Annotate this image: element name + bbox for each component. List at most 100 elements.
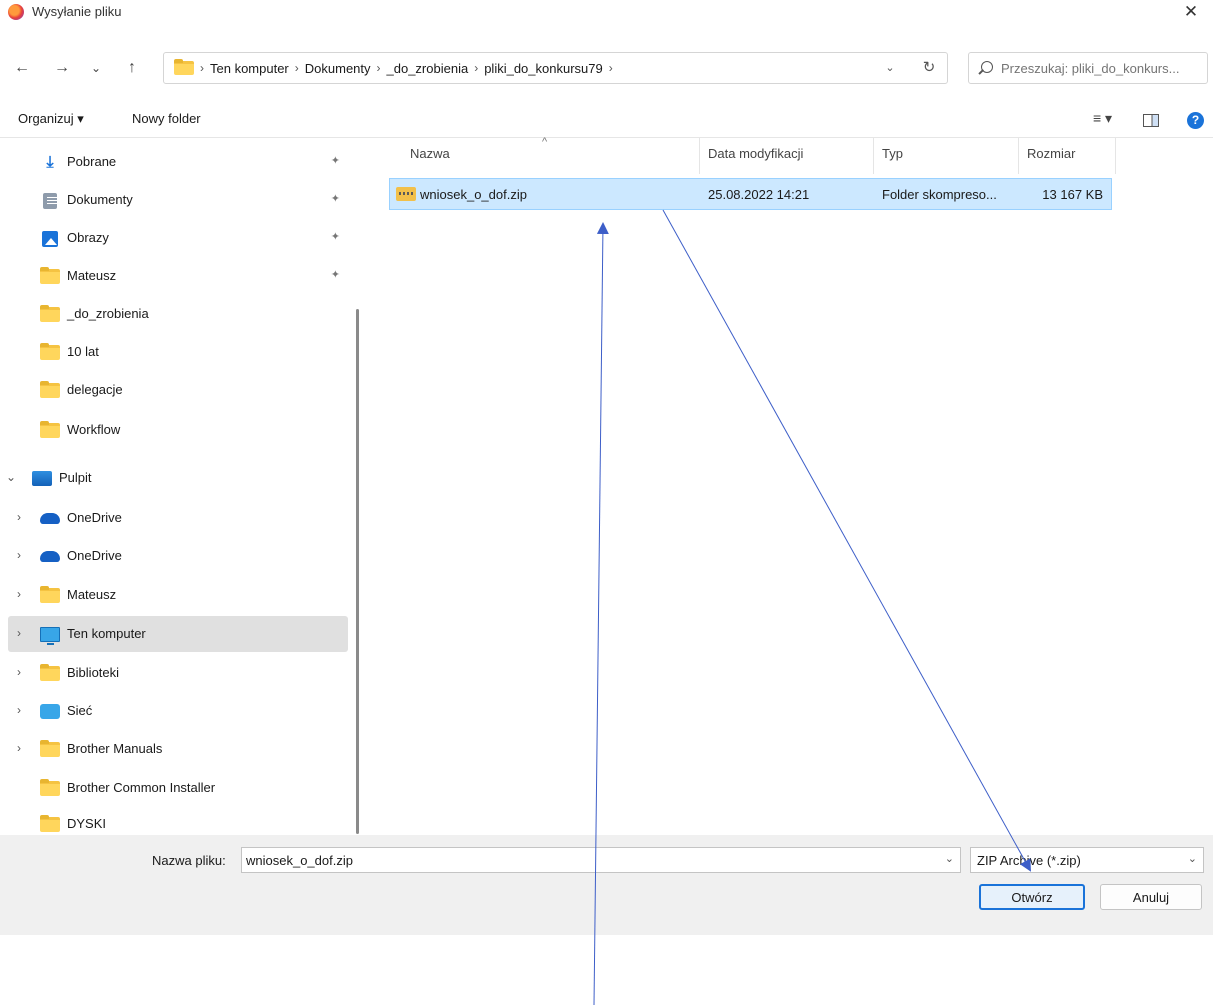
chevron-right-icon[interactable]: › [12, 626, 26, 640]
chevron-right-icon[interactable]: › [12, 510, 26, 524]
column-divider[interactable] [873, 138, 874, 174]
dialog-footer: Nazwa pliku: ⌄ ZIP Archive (*.zip) ⌄ Otw… [0, 835, 1213, 935]
folder-icon [40, 381, 60, 398]
chevron-right-icon[interactable]: › [12, 703, 26, 717]
chevron-right-icon[interactable]: › [12, 665, 26, 679]
pin-icon[interactable]: ✦ [331, 268, 340, 281]
back-button[interactable]: ← [10, 56, 34, 80]
column-header-name[interactable]: Nazwa [410, 146, 450, 161]
desktop-icon [32, 471, 52, 486]
zip-folder-icon [396, 187, 416, 201]
sidebar-item-libraries[interactable]: › Biblioteki [8, 655, 348, 691]
folder-icon [40, 815, 60, 832]
file-modified: 25.08.2022 14:21 [708, 187, 810, 202]
sidebar-item-brother-manuals[interactable]: › Brother Manuals [8, 731, 348, 767]
filetype-value: ZIP Archive (*.zip) [977, 853, 1081, 868]
sidebar-item-label: Pulpit [59, 470, 92, 485]
pin-icon[interactable]: ✦ [331, 154, 340, 167]
sidebar-item-label: OneDrive [67, 548, 122, 563]
breadcrumb-pliki-do-konkursu[interactable]: pliki_do_konkursu79 [484, 61, 603, 76]
sidebar-item-brother-common-installer[interactable]: Brother Common Installer [8, 770, 348, 806]
sidebar-item-onedrive-2[interactable]: › OneDrive [8, 538, 348, 574]
sidebar-item-10-lat[interactable]: 10 lat [8, 334, 348, 370]
column-divider[interactable] [699, 138, 700, 174]
up-button[interactable]: ↑ [120, 56, 144, 80]
chevron-down-icon[interactable]: ⌄ [945, 852, 954, 865]
sidebar-item-label: Sieć [67, 703, 93, 718]
filename-label: Nazwa pliku: [152, 853, 226, 868]
filetype-select[interactable]: ZIP Archive (*.zip) ⌄ [970, 847, 1204, 873]
view-options-button[interactable]: ≡ ▾ [1093, 110, 1112, 127]
sidebar-item-label: Pobrane [67, 154, 117, 169]
column-divider[interactable] [1018, 138, 1019, 174]
breadcrumb-do-zrobienia[interactable]: _do_zrobienia [387, 61, 469, 76]
column-divider[interactable] [1115, 138, 1116, 174]
breadcrumb-separator: › [608, 61, 613, 75]
chevron-right-icon[interactable]: › [12, 741, 26, 755]
sidebar-item-dyski[interactable]: DYSKI [8, 806, 348, 835]
folder-icon [40, 779, 60, 796]
sidebar-item-workflow[interactable]: Workflow [8, 412, 348, 448]
filename-input[interactable] [246, 851, 936, 869]
sidebar-item-label: Mateusz [67, 268, 117, 283]
new-folder-button[interactable]: Nowy folder [132, 111, 201, 126]
cancel-button[interactable]: Anuluj [1100, 884, 1202, 910]
search-box[interactable] [968, 52, 1208, 84]
sidebar-item-network[interactable]: › Sieć [8, 693, 348, 729]
network-icon [40, 704, 60, 719]
help-icon[interactable]: ? [1187, 112, 1204, 129]
breadcrumb-documents[interactable]: Dokumenty [305, 61, 371, 76]
chevron-down-icon[interactable]: ⌄ [1188, 852, 1197, 865]
folder-icon [40, 586, 60, 603]
sidebar-item-delegacje[interactable]: delegacje [8, 372, 348, 408]
sidebar-item-desktop[interactable]: ⌄ Pulpit [0, 460, 340, 496]
column-header-modified[interactable]: Data modyfikacji [708, 146, 803, 161]
close-button[interactable]: ✕ [1181, 2, 1201, 22]
search-input[interactable] [1001, 58, 1205, 78]
column-header-size[interactable]: Rozmiar [1027, 146, 1075, 161]
folder-icon [40, 267, 60, 284]
chevron-right-icon[interactable]: › [12, 548, 26, 562]
sidebar-item-downloads[interactable]: ⤓ Pobrane ✦ [8, 144, 348, 180]
sidebar-item-this-pc[interactable]: › Ten komputer [8, 616, 348, 652]
chevron-right-icon[interactable]: › [12, 587, 26, 601]
sidebar-item-label: Brother Manuals [67, 741, 163, 756]
recent-locations-button[interactable]: ⌄ [84, 56, 108, 80]
preview-pane-icon[interactable] [1143, 114, 1159, 127]
command-bar: Organizuj ▾ Nowy folder ≡ ▾ ? [0, 102, 1213, 138]
sort-ascending-icon: ^ [542, 136, 548, 148]
sidebar-item-pictures[interactable]: Obrazy ✦ [8, 220, 348, 256]
address-bar[interactable]: › Ten komputer › Dokumenty › _do_zrobien… [163, 52, 948, 84]
table-row[interactable]: wniosek_o_dof.zip 25.08.2022 14:21 Folde… [389, 178, 1112, 210]
refresh-icon[interactable]: ↻ [919, 58, 939, 78]
breadcrumb: › Ten komputer › Dokumenty › _do_zrobien… [174, 53, 613, 83]
folder-icon [40, 740, 60, 757]
sidebar-scrollbar[interactable] [356, 309, 359, 834]
pin-icon[interactable]: ✦ [331, 230, 340, 243]
navigation-pane[interactable]: ⤓ Pobrane ✦ Dokumenty ✦ Obrazy ✦ Mateusz… [0, 138, 370, 835]
filename-combobox[interactable]: ⌄ [241, 847, 961, 873]
sidebar-item-label: _do_zrobienia [67, 306, 149, 321]
search-icon [981, 61, 993, 73]
breadcrumb-this-pc[interactable]: Ten komputer [210, 61, 289, 76]
breadcrumb-separator: › [200, 61, 204, 75]
sidebar-item-do-zrobienia[interactable]: _do_zrobienia [8, 296, 348, 332]
sidebar-item-label: Obrazy [67, 230, 109, 245]
address-row: ← → ⌄ ↑ › Ten komputer › Dokumenty › _do… [0, 48, 1213, 88]
breadcrumb-separator: › [474, 61, 479, 75]
chevron-down-icon[interactable]: ⌄ [4, 470, 18, 484]
sidebar-item-documents[interactable]: Dokumenty ✦ [8, 182, 348, 218]
sidebar-item-mateusz[interactable]: › Mateusz [8, 577, 348, 613]
organize-menu[interactable]: Organizuj ▾ [18, 111, 84, 127]
sidebar-item-onedrive-1[interactable]: › OneDrive [8, 500, 348, 536]
file-list[interactable]: ^ Nazwa Data modyfikacji Typ Rozmiar wni… [370, 136, 1213, 835]
address-history-dropdown[interactable]: ⌄ [881, 59, 899, 77]
firefox-icon [8, 4, 24, 20]
sidebar-item-label: delegacje [67, 382, 123, 397]
pin-icon[interactable]: ✦ [331, 192, 340, 205]
breadcrumb-separator: › [294, 61, 299, 75]
open-button[interactable]: Otwórz [979, 884, 1085, 910]
column-header-type[interactable]: Typ [882, 146, 903, 161]
forward-button[interactable]: → [50, 56, 74, 80]
sidebar-item-mateusz-pinned[interactable]: Mateusz ✦ [8, 258, 348, 294]
